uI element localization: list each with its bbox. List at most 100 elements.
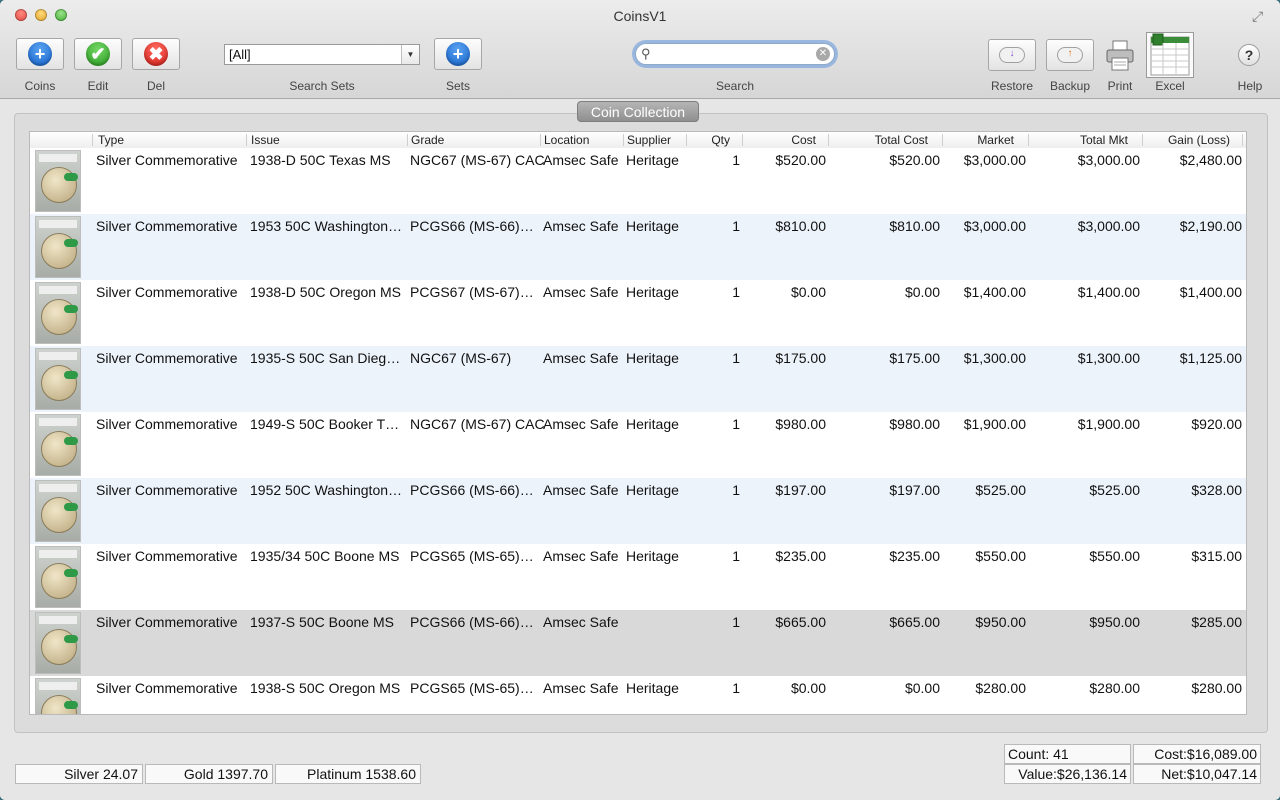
plus-icon: + xyxy=(446,42,470,66)
clear-search-icon[interactable]: ✕ xyxy=(816,47,830,61)
add-coin-button[interactable]: + xyxy=(16,38,64,70)
table-row[interactable]: Silver Commemorative 1938-D 50C Texas MS N… xyxy=(30,148,1246,214)
count-stat: Count: 41 xyxy=(1004,744,1131,764)
column-separator[interactable] xyxy=(1142,134,1143,146)
cost-stat: Cost:$16,089.00 xyxy=(1133,744,1261,764)
backup-button[interactable]: ↑ xyxy=(1046,39,1094,71)
column-separator[interactable] xyxy=(742,134,743,146)
chevron-down-icon[interactable]: ▼ xyxy=(401,45,419,64)
table-cell: $525.00 xyxy=(1089,482,1140,498)
table-cell: $235.00 xyxy=(889,548,940,564)
table-cell: Heritage xyxy=(626,152,679,168)
column-separator[interactable] xyxy=(246,134,247,146)
column-separator[interactable] xyxy=(407,134,408,146)
table-cell: 1 xyxy=(732,548,740,564)
column-header-cost[interactable]: Cost xyxy=(746,133,816,147)
search-icon: ⚲ xyxy=(641,46,651,61)
table-cell: Amsec Safe xyxy=(543,218,619,234)
table-cell: Silver Commemorative xyxy=(96,416,238,432)
restore-button[interactable]: ↓ xyxy=(988,39,1036,71)
delete-button[interactable]: ✖ xyxy=(132,38,180,70)
column-header-location[interactable]: Location xyxy=(544,133,589,147)
coin-thumbnail xyxy=(35,414,81,476)
column-separator[interactable] xyxy=(1242,134,1243,146)
column-header-issue[interactable]: Issue xyxy=(251,133,280,147)
table-cell: $665.00 xyxy=(889,614,940,630)
table-row[interactable]: Silver Commemorative 1938-S 50C Oregon MS… xyxy=(30,676,1246,714)
help-button[interactable]: ? xyxy=(1238,44,1260,66)
del-label: Del xyxy=(146,79,165,93)
table-cell: $665.00 xyxy=(775,614,826,630)
table-cell: $980.00 xyxy=(889,416,940,432)
coin-thumbnail xyxy=(35,216,81,278)
table-row[interactable]: Silver Commemorative 1935-S 50C San Dieg…… xyxy=(30,346,1246,412)
column-separator[interactable] xyxy=(92,134,93,146)
table-cell: $280.00 xyxy=(975,680,1026,696)
table-cell: Silver Commemorative xyxy=(96,350,238,366)
column-separator[interactable] xyxy=(1028,134,1029,146)
table-cell: 1 xyxy=(732,482,740,498)
table-row[interactable]: Silver Commemorative 1952 50C Washington…… xyxy=(30,478,1246,544)
column-separator[interactable] xyxy=(623,134,624,146)
search-input[interactable] xyxy=(658,45,812,65)
search-field[interactable]: ⚲ ✕ xyxy=(635,43,835,65)
fullscreen-icon[interactable]: ⤢ xyxy=(1252,8,1268,24)
help-label: Help xyxy=(1237,79,1263,93)
table-cell: $3,000.00 xyxy=(963,152,1026,168)
edit-button[interactable]: ✔ xyxy=(74,38,122,70)
column-separator[interactable] xyxy=(540,134,541,146)
table-cell: NGC67 (MS-67) xyxy=(410,350,512,366)
panel-title: Coin Collection xyxy=(577,101,699,122)
table-cell: $315.00 xyxy=(1191,548,1242,564)
table-row[interactable]: Silver Commemorative 1953 50C Washington…… xyxy=(30,214,1246,280)
column-header-gain-loss[interactable]: Gain (Loss) xyxy=(1144,133,1230,147)
sets-label: Sets xyxy=(445,79,470,93)
table-cell: $0.00 xyxy=(790,284,826,300)
excel-button[interactable] xyxy=(1146,32,1194,78)
table-row[interactable]: Silver Commemorative 1935/34 50C Boone MS… xyxy=(30,544,1246,610)
column-header-supplier[interactable]: Supplier xyxy=(627,133,671,147)
table-cell: 1937-S 50C Boone MS xyxy=(250,614,394,630)
cloud-upload-icon: ↑ xyxy=(1057,47,1083,63)
search-sets-dropdown[interactable]: [All] ▼ xyxy=(224,44,420,65)
print-button[interactable] xyxy=(1105,40,1135,72)
table-row[interactable]: Silver Commemorative 1949-S 50C Booker T…… xyxy=(30,412,1246,478)
column-header-grade[interactable]: Grade xyxy=(411,133,444,147)
table-cell: Silver Commemorative xyxy=(96,152,238,168)
table-cell: $550.00 xyxy=(1089,548,1140,564)
table-cell: $810.00 xyxy=(775,218,826,234)
coin-thumbnail xyxy=(35,282,81,344)
column-separator[interactable] xyxy=(828,134,829,146)
column-separator[interactable] xyxy=(686,134,687,146)
search-sets-value: [All] xyxy=(229,47,251,62)
sets-button[interactable]: + xyxy=(434,38,482,70)
column-header-total-cost[interactable]: Total Cost xyxy=(830,133,928,147)
table-cell: $0.00 xyxy=(790,680,826,696)
table-cell: Heritage xyxy=(626,416,679,432)
table-cell: NGC67 (MS-67) CAC xyxy=(410,152,545,168)
table-row[interactable]: Silver Commemorative 1938-D 50C Oregon MS… xyxy=(30,280,1246,346)
table-cell: $280.00 xyxy=(1089,680,1140,696)
column-header-market[interactable]: Market xyxy=(944,133,1014,147)
table-cell: Heritage xyxy=(626,284,679,300)
table-cell: $0.00 xyxy=(904,284,940,300)
table-cell: $197.00 xyxy=(775,482,826,498)
table-cell: $550.00 xyxy=(975,548,1026,564)
column-header-total-mkt[interactable]: Total Mkt xyxy=(1030,133,1128,147)
coin-table[interactable]: Type Issue Grade Location Supplier Qty Cost Tot… xyxy=(29,131,1247,715)
search-sets-label: Search Sets xyxy=(289,79,355,93)
table-row[interactable]: Silver Commemorative 1937-S 50C Boone MS P… xyxy=(30,610,1246,676)
table-cell: PCGS67 (MS-67)… xyxy=(410,284,534,300)
table-cell: PCGS66 (MS-66)… xyxy=(410,482,534,498)
table-cell: $1,300.00 xyxy=(963,350,1026,366)
excel-label: Excel xyxy=(1155,79,1185,93)
table-cell: Silver Commemorative xyxy=(96,548,238,564)
coin-thumbnail xyxy=(35,546,81,608)
column-header-type[interactable]: Type xyxy=(98,133,124,147)
table-cell: 1935-S 50C San Dieg… xyxy=(250,350,401,366)
column-separator[interactable] xyxy=(942,134,943,146)
table-cell: $520.00 xyxy=(775,152,826,168)
table-cell: $950.00 xyxy=(1089,614,1140,630)
column-header-qty[interactable]: Qty xyxy=(690,133,730,147)
table-cell: Amsec Safe xyxy=(543,614,619,630)
